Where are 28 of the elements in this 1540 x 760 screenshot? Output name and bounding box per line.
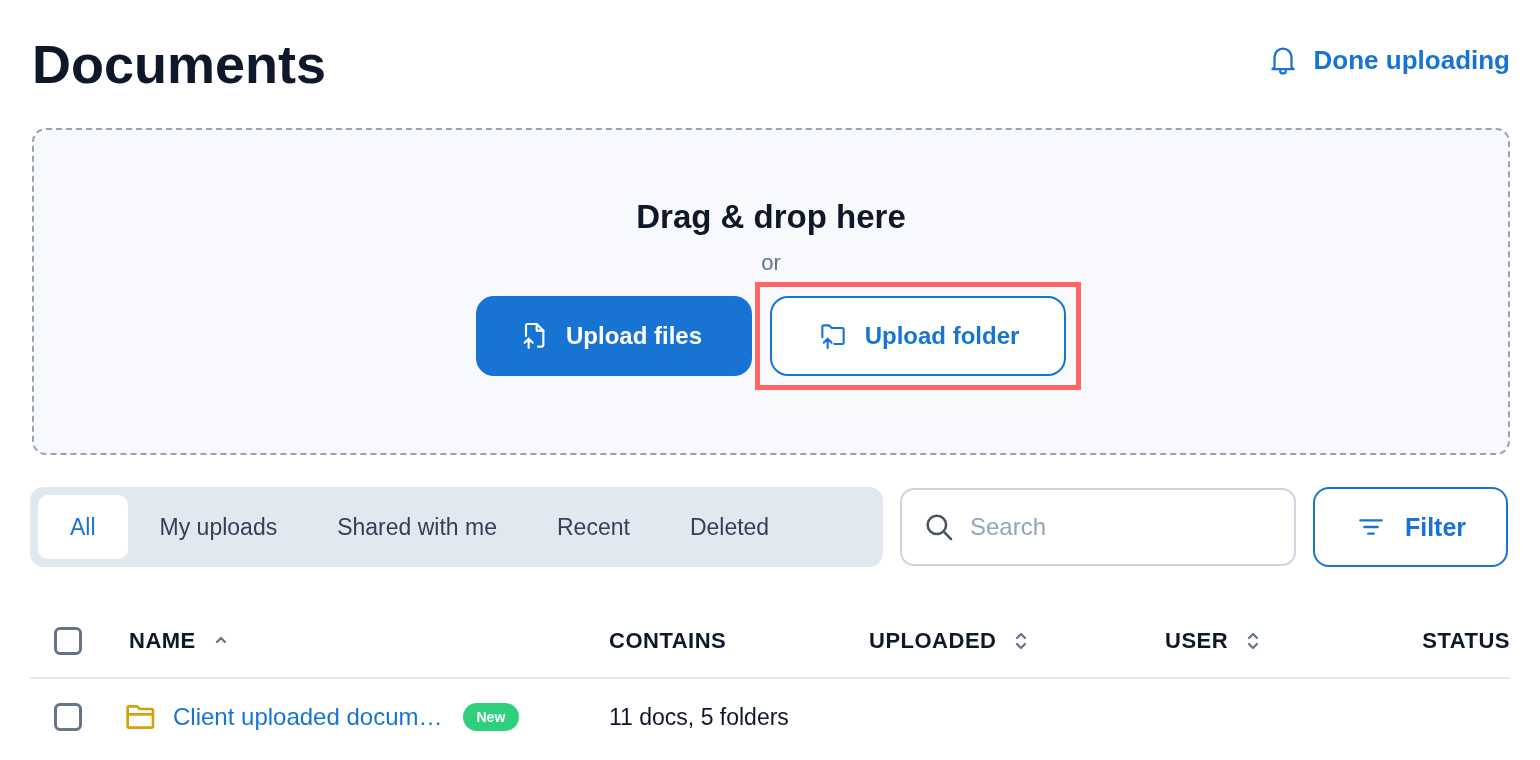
separator-text: or bbox=[761, 250, 781, 276]
search-field[interactable]: Search bbox=[900, 488, 1296, 566]
tab[interactable]: My uploads bbox=[131, 495, 306, 559]
select-all-checkbox[interactable] bbox=[54, 627, 82, 655]
upload-button[interactable]: Upload folder bbox=[770, 296, 1066, 376]
column-header[interactable]: USER bbox=[1165, 628, 1229, 654]
row-checkbox[interactable] bbox=[54, 703, 82, 731]
page-title: Documents bbox=[32, 33, 327, 95]
column-header[interactable]: UPLOADED bbox=[869, 628, 997, 654]
upload-button[interactable]: Upload files bbox=[476, 296, 752, 376]
column-header: CONTAINS bbox=[609, 628, 727, 654]
done-uploading-link[interactable]: Done uploading bbox=[1265, 43, 1510, 77]
dropzone-heading: Drag & drop here bbox=[636, 198, 906, 236]
new-badge: New bbox=[462, 703, 520, 731]
sort-icon[interactable] bbox=[1014, 631, 1029, 651]
folder-name-link[interactable]: Client uploaded docum… bbox=[173, 703, 443, 731]
search-input[interactable]: Search bbox=[968, 512, 1272, 542]
table-cell: 11 docs, 5 folders bbox=[609, 703, 789, 731]
column-header[interactable]: NAME bbox=[129, 628, 196, 654]
tab[interactable]: Shared with me bbox=[309, 495, 525, 559]
tab[interactable]: All bbox=[38, 495, 128, 559]
column-header: STATUS bbox=[1422, 628, 1510, 654]
sort-icon[interactable] bbox=[1246, 631, 1261, 651]
filter-button[interactable]: Filter bbox=[1313, 487, 1508, 567]
dropzone[interactable]: Drag & drop here or Upload files Upload folder bbox=[32, 128, 1510, 455]
tab[interactable]: Recent bbox=[529, 495, 658, 559]
tab[interactable]: Deleted bbox=[661, 495, 798, 559]
folder-icon bbox=[125, 703, 157, 731]
